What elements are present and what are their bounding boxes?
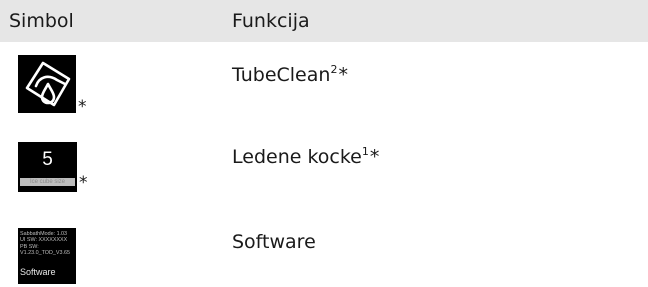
footnote-number: 1 [361, 145, 369, 158]
software-info-icon: SabbathMode: 1.03 UI SW: XXXXXXXX PB SW:… [18, 228, 76, 284]
function-ice-cubes: Ledene kocke1* [232, 146, 379, 168]
icon-footnote-marker: * [78, 97, 87, 117]
header-function: Funkcija [232, 10, 310, 32]
footnote-marker: * [338, 64, 348, 86]
table-header: Simbol Funkcija [0, 0, 648, 42]
header-symbol: Simbol [9, 10, 74, 32]
function-software: Software [232, 231, 316, 253]
software-info-line: V1.23.0_TOD_V3.65 [20, 249, 70, 256]
ice-cube-size-value: 5 [42, 149, 53, 170]
software-info-lines: SabbathMode: 1.03 UI SW: XXXXXXXX PB SW:… [20, 231, 70, 256]
footnote-marker: * [369, 146, 380, 168]
function-tubeclean: TubeClean2* [232, 64, 348, 86]
tube-clean-icon [18, 55, 76, 113]
function-label: Software [232, 231, 316, 253]
function-label: TubeClean [232, 64, 331, 86]
ice-cubes-icon: 5 Ice cube size [18, 142, 77, 192]
function-label: Ledene kocke [232, 146, 362, 168]
software-icon-title: Software [20, 267, 56, 277]
ice-cube-size-caption: Ice cube size [20, 178, 75, 186]
software-info-line: UI SW: XXXXXXXX [20, 237, 68, 244]
tube-clean-icon-graphic [25, 61, 71, 107]
icon-footnote-marker: * [79, 173, 88, 193]
footnote-number: 2 [330, 63, 338, 76]
